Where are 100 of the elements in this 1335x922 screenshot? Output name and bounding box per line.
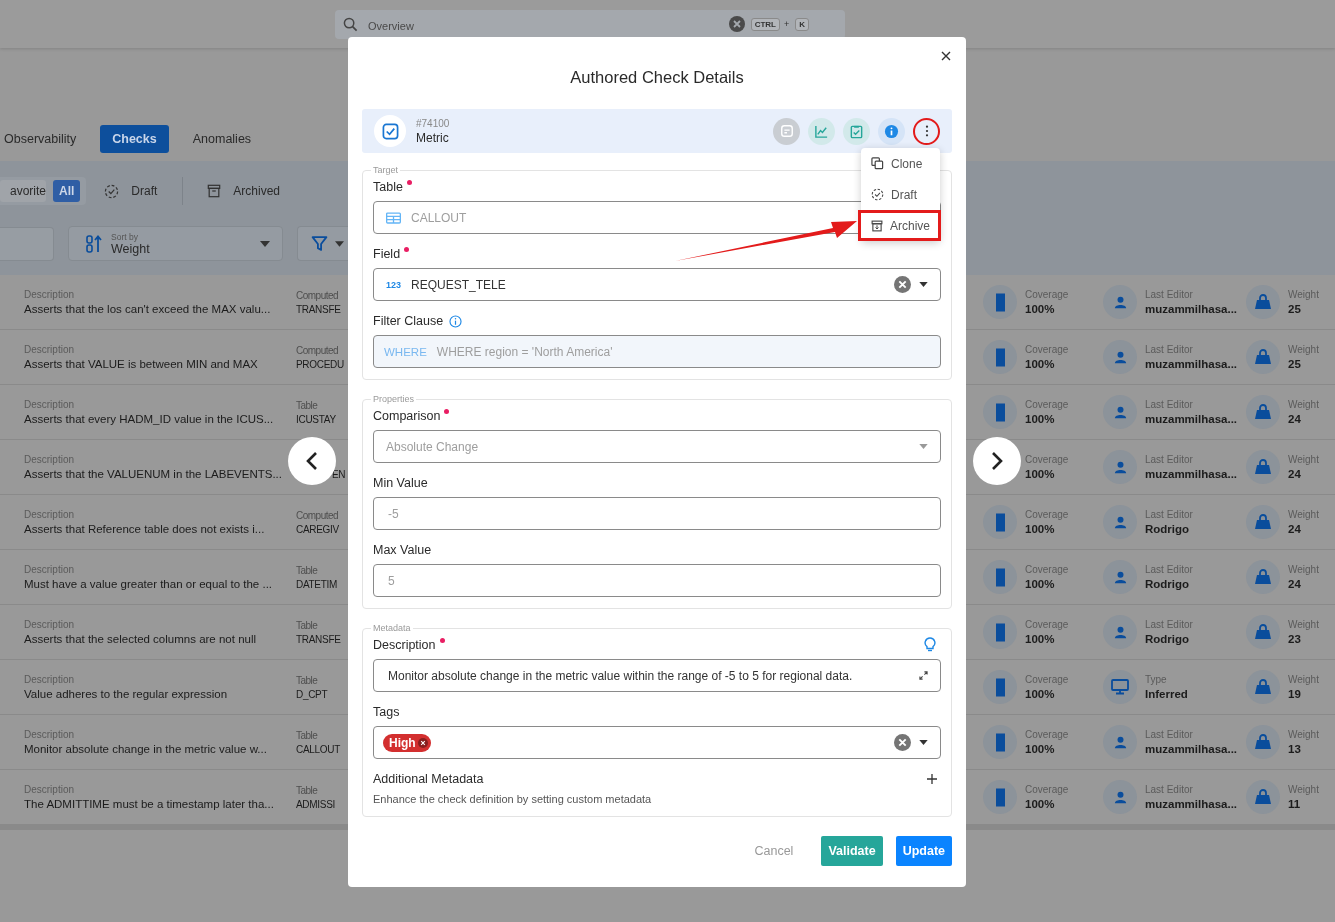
note-icon — [779, 124, 794, 138]
coverage-value: 100% — [1025, 303, 1056, 315]
field-label: Comparison — [373, 409, 441, 423]
user-icon — [1103, 780, 1137, 814]
check-description: Asserts that VALUE is between MIN and MAX — [24, 358, 259, 370]
validate-button[interactable]: Validate — [821, 836, 883, 866]
sort-select[interactable]: Sort by Weight — [68, 226, 283, 261]
editor-name: muzammilhasa... — [1145, 303, 1238, 315]
lightbulb-icon[interactable] — [924, 637, 936, 653]
search-field[interactable]: Overview — [366, 15, 725, 33]
column-label: Description — [24, 289, 76, 300]
tags-field[interactable]: High — [373, 726, 941, 759]
column-label: Coverage — [1025, 509, 1069, 520]
weight-icon — [1246, 395, 1280, 429]
weight-value: 25 — [1288, 303, 1302, 315]
more-button[interactable] — [913, 117, 940, 145]
expand-icon[interactable] — [919, 671, 928, 680]
field-label: Min Value — [373, 476, 428, 490]
cancel-button[interactable]: Cancel — [747, 836, 801, 866]
filter-segment[interactable]: All — [53, 180, 81, 202]
check-type: Metric — [416, 130, 450, 145]
table-name: DATETIM — [296, 578, 338, 590]
column-label: Type — [1145, 674, 1168, 685]
check-description: Asserts that every HADM_ID value in the ICUS... — [24, 413, 275, 425]
column-label: Weight — [1288, 674, 1319, 685]
column-label: Coverage — [1025, 344, 1069, 355]
select-field[interactable]: 123 REQUEST_TELE — [373, 268, 941, 301]
user-icon — [1103, 340, 1137, 374]
search-field[interactable]: Overview CTRL + K — [335, 9, 845, 39]
info-button[interactable] — [878, 117, 905, 145]
status-option[interactable]: Archived — [233, 184, 281, 198]
editor-name: Rodrigo — [1145, 633, 1191, 645]
column-label: Weight — [1288, 784, 1319, 795]
next-button[interactable] — [973, 437, 1021, 485]
chart-button[interactable] — [808, 117, 835, 145]
editor-name: Rodrigo — [1145, 578, 1191, 590]
clipboard-check-button[interactable] — [843, 117, 870, 145]
table-name: CAREGIV — [296, 523, 339, 535]
column-label: Coverage — [1025, 399, 1069, 410]
coverage-icon — [983, 395, 1017, 429]
filter-segment[interactable]: avorite — [0, 180, 46, 202]
column-label: Last Editor — [1145, 619, 1193, 630]
column-label: Coverage — [1025, 289, 1069, 300]
add-icon[interactable] — [927, 774, 937, 784]
column-label: Description — [24, 344, 76, 355]
check-description: Monitor absolute change in the metric value w... — [24, 743, 268, 755]
column-label: Table — [296, 619, 318, 631]
section-legend: Metadata — [371, 623, 413, 633]
user-icon — [1103, 395, 1137, 429]
table-name: PROCEDU — [296, 358, 344, 370]
key-separator: + — [783, 19, 790, 29]
column-label: Computed — [296, 289, 339, 301]
clear-icon[interactable] — [894, 734, 911, 751]
description-field[interactable]: Monitor absolute change in the metric value within the range of -5 to 5 for regional data. — [373, 659, 941, 692]
tab[interactable]: Anomalies — [180, 125, 264, 153]
clear-icon[interactable] — [894, 276, 911, 293]
check-description: Asserts that Reference table does not exists i... — [24, 523, 266, 535]
column-label: Weight — [1288, 509, 1319, 520]
filter-button[interactable] — [297, 226, 348, 261]
status-option[interactable]: Draft — [131, 184, 158, 198]
editor-name: muzammilhasa... — [1145, 468, 1238, 480]
table-name: TRANSFE — [296, 633, 341, 645]
table-name: ICUSTAY — [296, 413, 336, 425]
column-label: Description — [24, 509, 76, 520]
tab[interactable]: Checks — [100, 125, 169, 153]
menu-item[interactable]: Archive — [858, 210, 941, 241]
weight-value: 24 — [1288, 413, 1302, 425]
weight-icon — [1246, 560, 1280, 594]
sort-label: Sort by — [111, 231, 139, 242]
coverage-icon — [983, 725, 1017, 759]
tag-chip[interactable]: High — [383, 733, 431, 752]
table-name: TRANSFE — [296, 303, 341, 315]
close-icon[interactable] — [941, 51, 951, 61]
coverage-icon — [983, 285, 1017, 319]
required-dot — [406, 180, 412, 185]
field-label: Filter Clause — [373, 314, 444, 328]
archive-icon — [871, 219, 883, 232]
column-label: Weight — [1288, 729, 1319, 740]
user-icon — [1103, 725, 1137, 759]
weight-icon — [1246, 725, 1280, 759]
caret-icon — [919, 740, 928, 745]
update-button[interactable]: Update — [895, 836, 952, 866]
editor-name: muzammilhasa... — [1145, 358, 1238, 370]
column-label: Coverage — [1025, 784, 1069, 795]
weight-value: 11 — [1288, 798, 1302, 810]
tab[interactable]: Observability — [0, 125, 89, 153]
remove-icon[interactable] — [417, 737, 428, 748]
monitor-icon — [1103, 670, 1137, 704]
coverage-value: 100% — [1025, 358, 1056, 370]
clear-icon[interactable] — [728, 16, 745, 32]
dashed-check-icon — [104, 183, 120, 199]
coverage-icon — [983, 505, 1017, 539]
editor-name: Rodrigo — [1145, 523, 1191, 535]
table-name: CALLOUT — [296, 743, 341, 755]
check-description: The ADMITTIME must be a timestamp later tha... — [24, 798, 275, 810]
check-description: Asserts that the selected columns are not null — [24, 633, 258, 645]
menu-item[interactable]: Clone — [861, 148, 940, 179]
field-label: Table — [373, 180, 403, 194]
coverage-value: 100% — [1025, 413, 1056, 425]
weight-icon — [1246, 670, 1280, 704]
